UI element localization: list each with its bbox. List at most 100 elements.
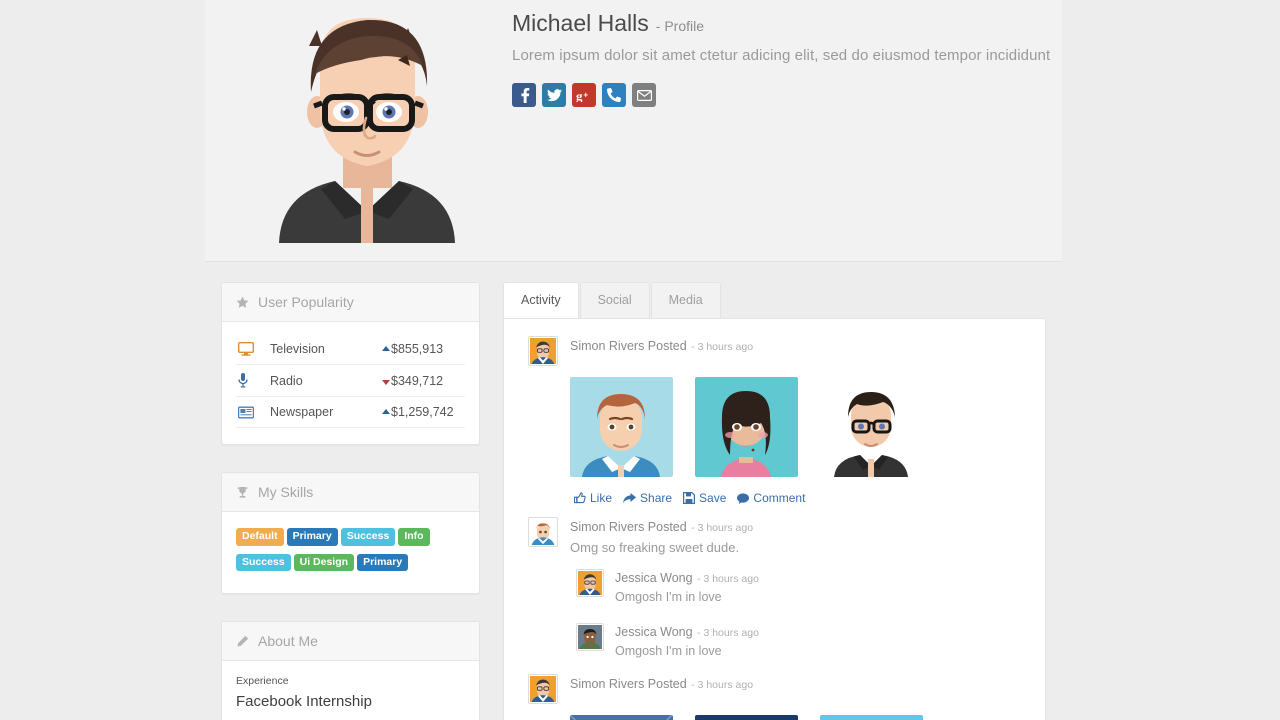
comment-author: Jessica Wong <box>615 571 693 585</box>
profile-subtitle: - Profile <box>656 18 704 34</box>
phone-icon[interactable] <box>602 83 626 107</box>
popularity-label: Newspaper <box>268 397 380 428</box>
pencil-icon <box>236 635 249 648</box>
profile-info: Michael Halls - Profile Lorem ipsum dolo… <box>512 0 1062 107</box>
avatar-illustration <box>265 0 470 243</box>
post-actions: Like Share Save Comment <box>574 491 1025 505</box>
about-me-body: Experience Facebook Internship Universit… <box>222 661 479 720</box>
profile-header-panel: Michael Halls - Profile Lorem ipsum dolo… <box>205 0 1062 262</box>
tab-activity[interactable]: Activity <box>503 282 579 318</box>
skill-badge[interactable]: Success <box>341 528 396 546</box>
activity-column: Activity Social Media Simon Rivers Poste… <box>503 282 1046 720</box>
profile-page: Michael Halls - Profile Lorem ipsum dolo… <box>0 0 1280 720</box>
popularity-value: $1,259,742 <box>380 397 465 428</box>
post-photo[interactable] <box>570 715 673 720</box>
post-author: Simon Rivers Posted <box>570 520 687 534</box>
my-skills-card: My Skills DefaultPrimarySuccessInfoSucce… <box>221 472 480 594</box>
table-row: Newspaper $1,259,742 <box>236 397 465 428</box>
share-arrow-icon <box>623 492 636 504</box>
card-title: About Me <box>258 633 318 649</box>
popularity-value: $855,913 <box>380 334 465 365</box>
comment-text: Omgosh I'm in love <box>615 590 759 604</box>
my-skills-header: My Skills <box>222 473 479 512</box>
like-action[interactable]: Like <box>574 491 612 505</box>
svg-text:g: g <box>576 89 583 102</box>
post-timestamp: - 3 hours ago <box>691 522 753 534</box>
comment-action[interactable]: Comment <box>737 491 805 505</box>
table-row: Radio $349,712 <box>236 365 465 397</box>
post-photo[interactable] <box>820 377 923 477</box>
card-title: My Skills <box>258 484 313 500</box>
skill-badge[interactable]: Success <box>236 554 291 572</box>
star-icon <box>236 296 249 309</box>
popularity-label: Television <box>268 334 380 365</box>
skill-badge[interactable]: Info <box>398 528 429 546</box>
tab-media[interactable]: Media <box>651 282 721 318</box>
user-popularity-card: User Popularity Television $855,913 <box>221 282 480 445</box>
popularity-value: $349,712 <box>380 365 465 397</box>
comment-author: Jessica Wong <box>615 625 693 639</box>
comment-timestamp: - 3 hours ago <box>697 573 759 585</box>
newspaper-icon <box>236 397 268 428</box>
share-action[interactable]: Share <box>623 491 672 505</box>
comment-bubble-icon <box>737 493 749 504</box>
skill-badge[interactable]: Primary <box>357 554 408 572</box>
save-action[interactable]: Save <box>683 491 726 505</box>
avatar[interactable] <box>576 623 604 651</box>
post-photo[interactable] <box>820 715 923 720</box>
thumbs-up-icon <box>574 492 586 504</box>
post-timestamp: - 3 hours ago <box>691 679 753 691</box>
about-me-header: About Me <box>222 622 479 661</box>
avatar[interactable] <box>528 517 558 547</box>
feed-post: Simon Rivers Posted - 3 hours ago Omg so… <box>528 517 1025 658</box>
about-me-card: About Me Experience Facebook Internship … <box>221 621 480 720</box>
comment-timestamp: - 3 hours ago <box>697 627 759 639</box>
profile-description: Lorem ipsum dolor sit amet ctetur adicin… <box>512 47 1062 64</box>
post-author: Simon Rivers Posted <box>570 677 687 691</box>
desktop-icon <box>236 334 268 365</box>
google-plus-icon[interactable]: g+ <box>572 83 596 107</box>
experience-label: Experience <box>236 675 465 687</box>
activity-feed: Simon Rivers Posted - 3 hours ago <box>503 318 1046 720</box>
post-photo-row <box>570 377 1025 477</box>
floppy-disk-icon <box>683 492 695 504</box>
feed-post: Simon Rivers Posted - 3 hours ago <box>528 336 1025 505</box>
avatar[interactable] <box>576 569 604 597</box>
feed-post: Simon Rivers Posted - 3 hours ago <box>528 674 1025 720</box>
tab-bar: Activity Social Media <box>503 282 1046 318</box>
post-text: Omg so freaking sweet dude. <box>570 540 753 555</box>
comment-item: Jessica Wong - 3 hours ago Omgosh I'm in… <box>576 623 1025 658</box>
post-author: Simon Rivers Posted <box>570 339 687 353</box>
avatar[interactable] <box>528 674 558 704</box>
experience-title: Facebook Internship <box>236 693 465 710</box>
post-photo[interactable] <box>695 715 798 720</box>
skill-badge[interactable]: Ui Design <box>294 554 354 572</box>
avatar[interactable] <box>528 336 558 366</box>
user-popularity-header: User Popularity <box>222 283 479 322</box>
comment-text: Omgosh I'm in love <box>615 644 759 658</box>
microphone-icon <box>236 365 268 397</box>
trophy-icon <box>236 486 249 499</box>
skills-list: DefaultPrimarySuccessInfoSuccessUi Desig… <box>222 512 479 593</box>
post-timestamp: - 3 hours ago <box>691 341 753 353</box>
twitter-icon[interactable] <box>542 83 566 107</box>
post-photo[interactable] <box>695 377 798 477</box>
left-sidebar: User Popularity Television $855,913 <box>221 282 480 720</box>
facebook-icon[interactable] <box>512 83 536 107</box>
popularity-label: Radio <box>268 365 380 397</box>
post-photo[interactable] <box>570 377 673 477</box>
social-links: g+ <box>512 83 1062 107</box>
profile-avatar <box>245 0 490 245</box>
post-photo-row <box>570 715 1025 720</box>
envelope-icon[interactable] <box>632 83 656 107</box>
user-popularity-body: Television $855,913 Radio $349,712 <box>222 322 479 444</box>
skill-badge[interactable]: Default <box>236 528 284 546</box>
tab-social[interactable]: Social <box>580 282 650 318</box>
svg-text:+: + <box>583 90 588 99</box>
card-title: User Popularity <box>258 294 354 310</box>
table-row: Television $855,913 <box>236 334 465 365</box>
page-title: Michael Halls <box>512 10 649 37</box>
comment-item: Jessica Wong - 3 hours ago Omgosh I'm in… <box>576 569 1025 604</box>
skill-badge[interactable]: Primary <box>287 528 338 546</box>
popularity-table: Television $855,913 Radio $349,712 <box>236 334 465 428</box>
